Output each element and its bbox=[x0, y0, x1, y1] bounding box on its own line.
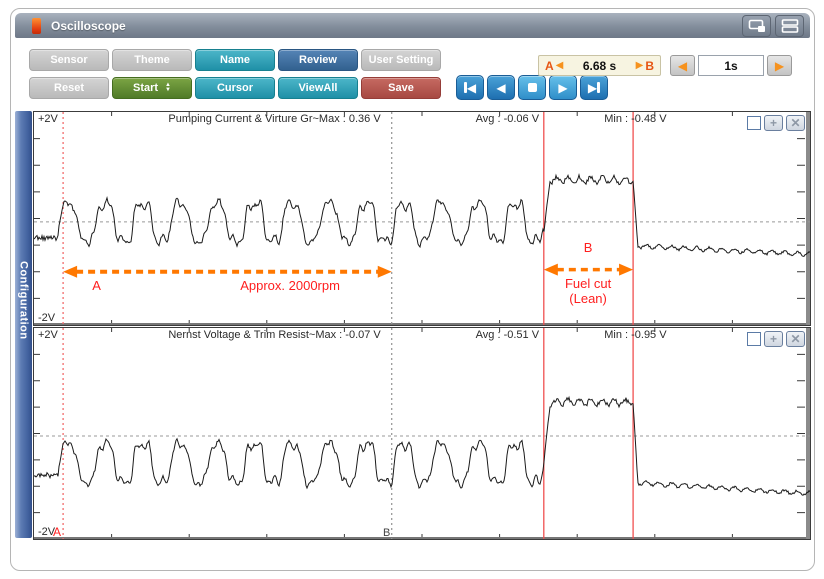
skip-end-icon-tri: ▶ bbox=[587, 80, 598, 95]
annotation-rpm: Approx. 2000rpm bbox=[240, 278, 340, 294]
chart1-scale-top: +2V bbox=[38, 113, 58, 125]
user-setting-label: User Setting bbox=[368, 54, 434, 66]
configuration-label: Configuration bbox=[17, 261, 30, 340]
cursor-a-label[interactable]: A bbox=[53, 525, 61, 539]
annotation-a: A bbox=[92, 278, 101, 294]
theme-label: Theme bbox=[134, 54, 170, 66]
window-title: Oscilloscope bbox=[51, 18, 126, 33]
start-label: Start bbox=[132, 82, 159, 94]
viewall-label: ViewAll bbox=[298, 82, 338, 94]
chart2-close-button[interactable]: ✕ bbox=[786, 331, 805, 347]
cursor-label: Cursor bbox=[216, 82, 254, 94]
annotation-fuel-cut: Fuel cut bbox=[564, 276, 612, 291]
play-button[interactable]: ▶ bbox=[549, 75, 577, 100]
ab-range-box[interactable]: A ◀ 6.68 s ▶ B bbox=[538, 55, 661, 76]
start-button[interactable]: Start ▲ ▼ bbox=[112, 77, 192, 99]
chart1-close-button[interactable]: ✕ bbox=[786, 115, 805, 131]
reset-label: Reset bbox=[54, 82, 84, 94]
cursor-button[interactable]: Cursor bbox=[195, 77, 275, 99]
title-bar: Oscilloscope bbox=[15, 13, 810, 38]
step-back-button[interactable]: ◀ bbox=[487, 75, 515, 100]
chart1-add-button[interactable]: + bbox=[764, 115, 783, 131]
ab-right-arrow-icon: ▶ bbox=[635, 60, 644, 71]
waveform-plot-1 bbox=[34, 112, 810, 325]
oscilloscope-window: Oscilloscope Sensor Theme Name Review Us… bbox=[10, 8, 815, 571]
skip-start-icon-tri: ◀ bbox=[466, 80, 477, 95]
chart2-avg: Avg : -0.51 V bbox=[475, 329, 540, 341]
chart1-title: Pumping Current & Virture Gr~Max : 0.36 … bbox=[168, 113, 381, 125]
transport-controls: ◀ ◀ ▶ ▶ bbox=[456, 75, 608, 100]
chart2-title: Nernst Voltage & Trim Resist~Max : -0.07… bbox=[168, 329, 381, 341]
ab-range-value: 6.68 s bbox=[582, 58, 617, 73]
chart1-checkbox[interactable] bbox=[747, 116, 761, 130]
chart2-min: Min : -0.95 V bbox=[604, 329, 667, 341]
skip-start-button[interactable]: ◀ bbox=[456, 75, 484, 100]
ab-left-arrow-icon: ◀ bbox=[555, 60, 564, 71]
cursor-b-label[interactable]: B bbox=[383, 527, 390, 539]
cascade-window-icon[interactable] bbox=[742, 14, 771, 37]
viewall-button[interactable]: ViewAll bbox=[278, 77, 358, 99]
sensor-button[interactable]: Sensor bbox=[29, 49, 109, 71]
name-button[interactable]: Name bbox=[195, 49, 275, 71]
theme-button[interactable]: Theme bbox=[112, 49, 192, 71]
up-down-spinner-icon: ▲ ▼ bbox=[165, 82, 171, 93]
review-label: Review bbox=[299, 54, 337, 66]
chart1-min: Min : -0.48 V bbox=[604, 113, 667, 125]
chart2-scale-top: +2V bbox=[38, 329, 58, 341]
chart1-avg: Avg : -0.06 V bbox=[475, 113, 540, 125]
step-back-icon: ◀ bbox=[496, 80, 506, 95]
chart-panel-nernst-voltage: +2V Nernst Voltage & Trim Resist~Max : -… bbox=[33, 327, 811, 540]
save-label: Save bbox=[388, 82, 414, 94]
reset-button[interactable]: Reset bbox=[29, 77, 109, 99]
annotation-b: B bbox=[583, 239, 593, 255]
right-arrow-icon: ▶ bbox=[774, 58, 785, 73]
user-setting-button[interactable]: User Setting bbox=[361, 49, 441, 71]
timebase-decrease-button[interactable]: ◀ bbox=[670, 55, 695, 76]
chart1-scale-bottom: -2V bbox=[38, 312, 56, 324]
waveform-plot-2 bbox=[34, 328, 810, 539]
chart2-checkbox[interactable] bbox=[747, 332, 761, 346]
app-icon bbox=[32, 17, 41, 34]
chart2-add-button[interactable]: + bbox=[764, 331, 783, 347]
sensor-label: Sensor bbox=[50, 54, 88, 66]
save-button[interactable]: Save bbox=[361, 77, 441, 99]
stop-icon bbox=[527, 83, 537, 92]
annotation-lean: (Lean) bbox=[569, 290, 607, 306]
ab-a-label: A bbox=[545, 58, 554, 73]
review-button[interactable]: Review bbox=[278, 49, 358, 71]
name-label: Name bbox=[220, 54, 250, 66]
play-icon: ▶ bbox=[558, 80, 568, 95]
configuration-tab[interactable]: Configuration bbox=[15, 111, 32, 538]
skip-end-icon bbox=[597, 82, 601, 93]
skip-end-button[interactable]: ▶ bbox=[580, 75, 608, 100]
chart-panel-pumping-current: +2V Pumping Current & Virture Gr~Max : 0… bbox=[33, 111, 811, 326]
stop-button[interactable] bbox=[518, 75, 546, 100]
left-arrow-icon: ◀ bbox=[677, 58, 688, 73]
tile-window-icon[interactable] bbox=[775, 14, 804, 37]
timebase-increase-button[interactable]: ▶ bbox=[767, 55, 792, 76]
timebase-value[interactable]: 1s bbox=[698, 55, 764, 76]
ab-b-label: B bbox=[645, 58, 654, 73]
